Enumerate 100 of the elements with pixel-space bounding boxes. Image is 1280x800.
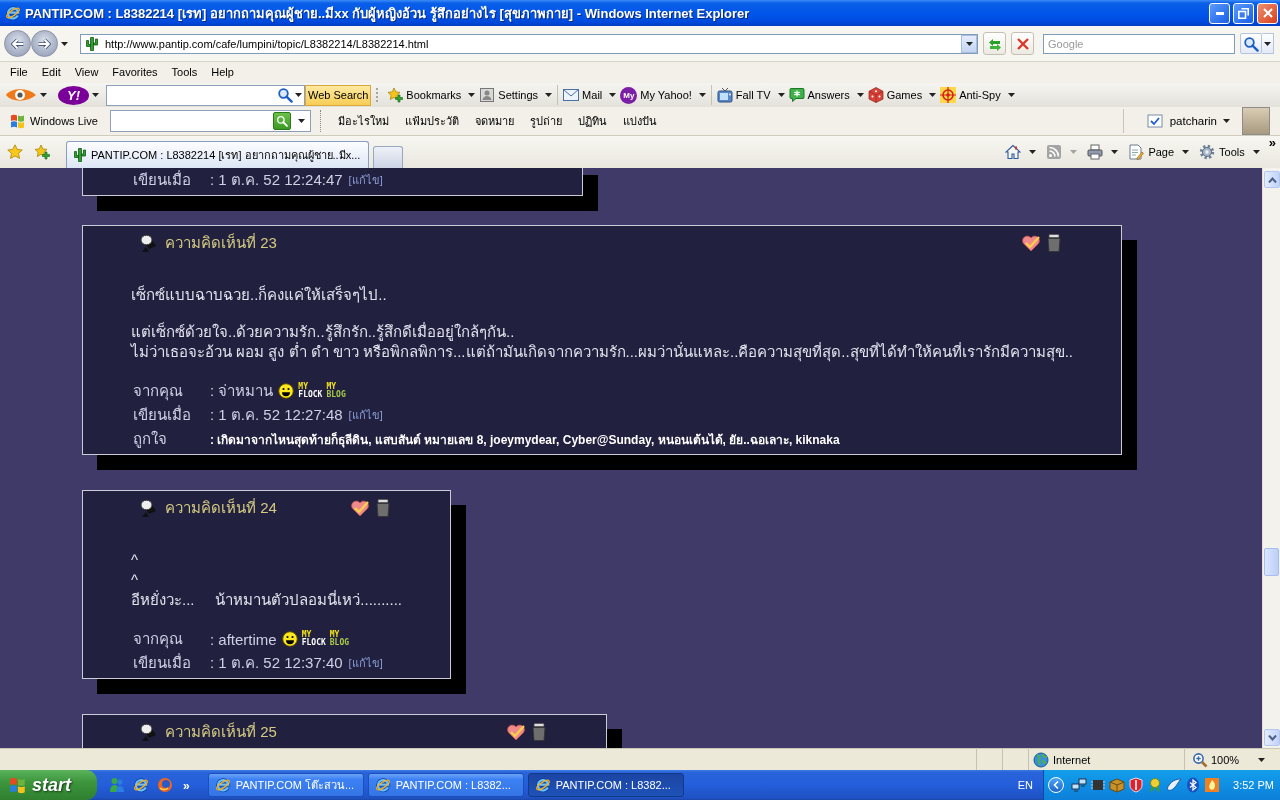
- flag-icon: [10, 113, 26, 129]
- link-logo[interactable]: MY FLOCK: [298, 383, 323, 399]
- toolbar-link[interactable]: แฟ้มประวัติ: [404, 112, 459, 130]
- dropdown-button[interactable]: [961, 34, 977, 53]
- network-icon[interactable]: [1071, 777, 1088, 793]
- account-logo: My: [620, 86, 638, 104]
- search-field[interactable]: [106, 84, 305, 106]
- toolbar-button[interactable]: Games: [865, 84, 939, 106]
- scrollbar-thumb[interactable]: [1264, 548, 1279, 577]
- menu-item[interactable]: File: [3, 62, 35, 83]
- toolbar-button[interactable]: Page: [1123, 141, 1195, 163]
- search-button[interactable]: [272, 112, 291, 130]
- close-icon: [1262, 8, 1273, 18]
- minimize-button[interactable]: [1209, 2, 1230, 24]
- edit-link[interactable]: [แก้ไข]: [348, 654, 383, 672]
- heart-check-icon[interactable]: [506, 723, 526, 741]
- link-logo[interactable]: MY FLOCK: [301, 631, 326, 647]
- search-button[interactable]: [1240, 33, 1262, 54]
- caret-icon: [545, 93, 553, 97]
- toolbar-button[interactable]: Mail: [561, 84, 619, 106]
- taskbar-button[interactable]: PANTIP.COM : L8382...: [527, 773, 684, 797]
- heart-check-icon[interactable]: [1021, 234, 1041, 252]
- close-button[interactable]: [1257, 2, 1278, 24]
- post-time: : 1 ต.ค. 52 12:27:48: [210, 405, 343, 425]
- toolbar-button[interactable]: My My Yahoo!: [618, 84, 708, 106]
- envelope-icon: [563, 87, 580, 103]
- back-button[interactable]: [4, 30, 31, 57]
- menu-item[interactable]: View: [67, 62, 106, 83]
- meta-label: เขียนเมื่อ: [132, 169, 192, 190]
- link-logo[interactable]: MY BLOG: [326, 383, 346, 399]
- address-field[interactable]: http://www.pantip.com/cafe/lumpini/topic/L8382214/L8382214.html: [80, 33, 978, 54]
- toolbar-button[interactable]: Tools: [1194, 141, 1265, 163]
- flame-icon[interactable]: [1204, 777, 1221, 793]
- toolbar-button[interactable]: Fall TV: [714, 84, 787, 106]
- toolbar-link[interactable]: ปฏิทิน: [577, 112, 607, 130]
- menu-item[interactable]: Edit: [34, 62, 68, 83]
- toolbar-link[interactable]: มีอะไรใหม่: [337, 112, 389, 130]
- toolbar-logo[interactable]: Y!: [58, 85, 89, 105]
- package-icon[interactable]: [1109, 777, 1126, 793]
- author-name[interactable]: : จ่าหมาน: [210, 379, 274, 403]
- quick-launch-button[interactable]: [157, 777, 173, 793]
- dropdown-button[interactable]: [1262, 33, 1274, 54]
- tick-icon[interactable]: [1145, 113, 1164, 129]
- stop-button[interactable]: [1011, 32, 1034, 55]
- toolbar-link[interactable]: จดหมาย: [474, 112, 514, 130]
- scroll-up-button[interactable]: [1264, 171, 1280, 188]
- heart-check-icon[interactable]: [350, 499, 370, 517]
- language-indicator[interactable]: EN: [1017, 779, 1034, 791]
- liker-names[interactable]: : เกิดมาจากไหนสุดท้ายก็ธุลีดิน, แสบสันต์ หมายเลข 8, joeymydear, Cyber@Sunday, หนอนเต้นได้, ยัย..ฉอเลาะ, kiknaka: [210, 429, 840, 449]
- trash-icon[interactable]: [1047, 234, 1061, 252]
- shield-icon[interactable]: [1128, 777, 1145, 793]
- taskbar-button[interactable]: PANTIP.COM โต๊ะสวน...: [207, 773, 364, 797]
- trash-icon[interactable]: [376, 499, 390, 517]
- trash-icon[interactable]: [532, 723, 546, 741]
- toolbar-link[interactable]: แบ่งปัน: [622, 112, 657, 130]
- edit-link[interactable]: [แก้ไข]: [348, 406, 383, 424]
- edit-link[interactable]: [แก้ไข]: [348, 171, 383, 189]
- chip-icon[interactable]: [1090, 777, 1107, 793]
- bluetooth-icon[interactable]: [1185, 777, 1202, 793]
- refresh-button[interactable]: [983, 32, 1006, 55]
- restore-button[interactable]: [1233, 2, 1254, 24]
- caret-icon: [1252, 150, 1260, 154]
- link-logo[interactable]: MY BLOG: [329, 631, 350, 647]
- caret-icon: [1258, 757, 1266, 762]
- toolbar-button[interactable]: Anti-Spy: [938, 84, 1017, 106]
- zoom-button[interactable]: 100%: [1188, 750, 1270, 769]
- start-button[interactable]: start: [0, 770, 97, 800]
- toolbar-button[interactable]: Settings: [477, 84, 555, 106]
- comment-text: แต่เซ็กซ์ด้วยใจ..ด้วยความรัก..รู้สึกรัก..รู้สึกดีเมื่ออยู่ใกล้ๆกัน..: [131, 322, 515, 341]
- wing-icon[interactable]: [1166, 777, 1183, 793]
- cactus-icon: [84, 35, 100, 52]
- menu-item[interactable]: Help: [204, 62, 241, 83]
- forward-button[interactable]: [31, 30, 58, 57]
- people-icon: [109, 777, 125, 793]
- quick-launch-button[interactable]: [133, 777, 149, 793]
- taskbar-button[interactable]: PANTIP.COM : L8382...: [367, 773, 524, 797]
- search-field[interactable]: Google: [1043, 33, 1235, 54]
- more-button[interactable]: »: [181, 779, 192, 793]
- tray-expand-button[interactable]: [1048, 777, 1065, 793]
- dropdown-button[interactable]: [37, 90, 50, 100]
- more-button[interactable]: »: [1264, 136, 1280, 150]
- search-field[interactable]: [109, 110, 311, 132]
- browser-tab[interactable]: PANTIP.COM : L8382214 [เรท] อยากถามคุณผู้ชาย..มีx...: [66, 141, 370, 168]
- user-menu-button[interactable]: patcharin: [1165, 115, 1234, 127]
- web-search-button[interactable]: Web Search: [305, 84, 372, 106]
- pushpin-icon: [139, 723, 157, 741]
- author-name[interactable]: : aftertime: [210, 630, 277, 648]
- dropdown-button[interactable]: [89, 90, 102, 100]
- eye-icon[interactable]: [5, 87, 37, 103]
- pushpin-icon: [139, 499, 157, 517]
- toolbar-link[interactable]: รูปถ่าย: [529, 112, 562, 130]
- toolbar-button[interactable]: Windows Live: [6, 113, 102, 129]
- scroll-down-button[interactable]: [1264, 729, 1280, 746]
- menu-item[interactable]: Tools: [164, 62, 205, 83]
- toolbar-button[interactable]: Bookmarks: [385, 84, 478, 106]
- caret-icon: [468, 93, 476, 97]
- comment-title: ความคิดเห็นที่ 25: [165, 721, 277, 742]
- toolbar-button[interactable]: Answers: [786, 84, 866, 106]
- menu-item[interactable]: Favorites: [105, 62, 165, 83]
- comment-text: ไม่ว่าเธอจะอ้วน ผอม สูง ต่ำ ดำ ขาว หรือพิกลพิการ...แต่ถ้ามันเกิดจากความรัก...ผมว่านั่นแหละ..คือความสุขที่สุด..สุขที่ได้ทำให้คนที่เรารักมีความสุข..: [131, 342, 1073, 362]
